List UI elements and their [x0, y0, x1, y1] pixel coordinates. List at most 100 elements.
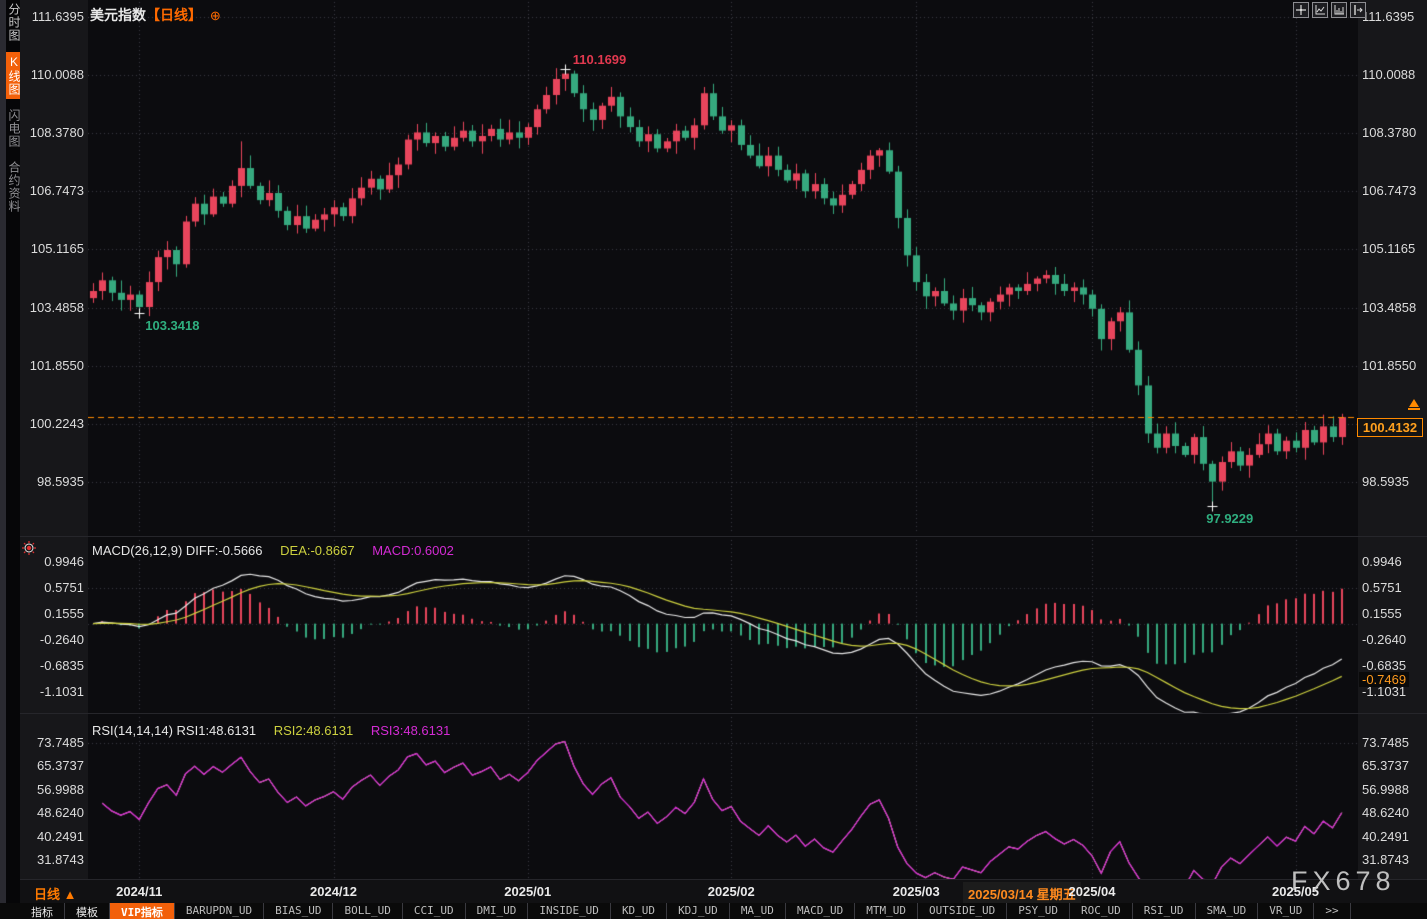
- toolbar-tab-MTM_UD[interactable]: MTM_UD: [855, 903, 918, 919]
- fx678-watermark: FX678: [1291, 866, 1396, 897]
- y-axis-tick: 0.1555: [1362, 606, 1402, 621]
- rsi1-value: RSI(14,14,14) RSI1:48.6131: [92, 723, 256, 738]
- bar-chart-tool-icon[interactable]: [1331, 2, 1347, 18]
- y-axis-tick: 0.9946: [20, 554, 84, 569]
- chart-toolbar-top-right: [1293, 2, 1366, 18]
- macd-diff-value: MACD(26,12,9) DIFF:-0.5666: [92, 543, 263, 558]
- toolbar-tab-MA_UD[interactable]: MA_UD: [730, 903, 786, 919]
- y-axis-tick: 48.6240: [1362, 805, 1409, 820]
- y-axis-tick: 103.4858: [20, 300, 84, 315]
- move-panel-tool-icon[interactable]: [1350, 2, 1366, 18]
- toolbar-tab-DMI_UD[interactable]: DMI_UD: [466, 903, 529, 919]
- chart-title: 美元指数【日线】 ⊕: [90, 5, 221, 25]
- y-axis-tick: 0.5751: [20, 580, 84, 595]
- y-axis-tick: 105.1165: [20, 241, 84, 256]
- toolbar-tab-KDJ_UD[interactable]: KDJ_UD: [667, 903, 730, 919]
- toolbar-tab-ROC_UD[interactable]: ROC_UD: [1070, 903, 1133, 919]
- x-axis-month-label: 2024/11: [116, 884, 162, 899]
- macd-dea-value: DEA:-0.8667: [280, 543, 354, 558]
- y-axis-tick: 103.4858: [1362, 300, 1416, 315]
- toolbar-tab-BIAS_UD[interactable]: BIAS_UD: [264, 903, 333, 919]
- y-axis-tick: 106.7473: [20, 183, 84, 198]
- toolbar-tab-指标[interactable]: 指标: [20, 903, 65, 919]
- macd-header: MACD(26,12,9) DIFF:-0.5666 DEA:-0.8667 M…: [92, 543, 454, 558]
- sidebar-tab-闪电图[interactable]: 闪电图: [6, 106, 20, 151]
- toolbar-tab-BARUPDN_UD[interactable]: BARUPDN_UD: [175, 903, 264, 919]
- y-axis-tick: -0.2640: [1362, 632, 1406, 647]
- y-axis-tick: 65.3737: [1362, 758, 1409, 773]
- y-axis-tick: 0.1555: [20, 606, 84, 621]
- panel-divider[interactable]: [20, 713, 1427, 714]
- price-extreme-annotation: 103.3418: [145, 318, 199, 333]
- chart-type-sidebar: 分时图 K线图闪电图合约资料: [0, 0, 20, 919]
- toolbar-tab-SMA_UD[interactable]: SMA_UD: [1196, 903, 1259, 919]
- x-axis-month-label: 2025/04: [1069, 884, 1116, 899]
- toolbar-tab-PSY_UD[interactable]: PSY_UD: [1007, 903, 1070, 919]
- date-axis: 日线 ▲ 2025/03/14 星期五 2024/11 2024/12 2025/0…: [20, 880, 1427, 903]
- period-tag: 【日线】: [146, 7, 202, 23]
- y-axis-tick: -0.2640: [20, 632, 84, 647]
- toolbar-tab-VIP指标[interactable]: VIP指标: [110, 903, 175, 919]
- y-axis-tick: 73.7485: [1362, 735, 1409, 750]
- y-axis-tick: 105.1165: [1362, 241, 1415, 256]
- line-chart-tool-icon[interactable]: [1312, 2, 1328, 18]
- panel-divider[interactable]: [20, 536, 1427, 537]
- x-axis-month-label: 2025/01: [504, 884, 551, 899]
- x-axis-month-label: 2025/02: [708, 884, 755, 899]
- y-axis-tick: 40.2491: [20, 829, 84, 844]
- indicator-settings-icon[interactable]: [21, 540, 37, 556]
- current-price-label: 100.4132: [1357, 418, 1423, 437]
- toolbar-tab-VR_UD[interactable]: VR_UD: [1258, 903, 1314, 919]
- y-axis-tick: 31.8743: [20, 852, 84, 867]
- macd-chart-canvas[interactable]: [88, 538, 1358, 714]
- y-axis-tick: 56.9988: [1362, 782, 1409, 797]
- y-axis-tick: 98.5935: [20, 474, 84, 489]
- toolbar-tab-CCI_UD[interactable]: CCI_UD: [403, 903, 466, 919]
- crosshair-date-label: 2025/03/14 星期五: [963, 882, 1081, 905]
- macd-hist-value: MACD:0.6002: [372, 543, 454, 558]
- y-axis-tick: 101.8550: [1362, 358, 1416, 373]
- toolbar-tab-RSI_UD[interactable]: RSI_UD: [1133, 903, 1196, 919]
- y-axis-tick: 108.3780: [1362, 125, 1416, 140]
- rsi-chart-canvas[interactable]: [88, 715, 1358, 880]
- sidebar-tab-合约资料[interactable]: 合约资料: [6, 158, 20, 216]
- toolbar-tab-模板[interactable]: 模板: [65, 903, 110, 919]
- period-selector[interactable]: 日线 ▲: [34, 884, 76, 903]
- y-axis-tick: 101.8550: [20, 358, 84, 373]
- toolbar-tab->>[interactable]: >>: [1314, 903, 1350, 919]
- price-extreme-annotation: 110.1699: [573, 52, 627, 67]
- price-extreme-annotation: 97.9229: [1206, 511, 1253, 526]
- y-axis-tick: 111.6395: [1362, 9, 1414, 24]
- toolbar-tab-BOLL_UD[interactable]: BOLL_UD: [333, 903, 402, 919]
- y-axis-tick: 56.9988: [20, 782, 84, 797]
- rsi2-value: RSI2:48.6131: [274, 723, 354, 738]
- y-axis-tick: 0.5751: [1362, 580, 1402, 595]
- x-axis-month-label: 2024/12: [310, 884, 357, 899]
- y-axis-tick: 0.9946: [1362, 554, 1402, 569]
- y-axis-tick: 31.8743: [1362, 852, 1409, 867]
- toolbar-tab-INSIDE_UD[interactable]: INSIDE_UD: [528, 903, 611, 919]
- y-axis-tick: 111.6395: [20, 9, 84, 24]
- y-axis-tick: 73.7485: [20, 735, 84, 750]
- rsi-header: RSI(14,14,14) RSI1:48.6131 RSI2:48.6131 …: [92, 723, 450, 738]
- y-axis-tick: 110.0088: [20, 67, 84, 82]
- rsi3-value: RSI3:48.6131: [371, 723, 451, 738]
- symbol-name: 美元指数: [90, 7, 146, 23]
- y-axis-tick: 48.6240: [20, 805, 84, 820]
- toolbar-tab-KD_UD[interactable]: KD_UD: [611, 903, 667, 919]
- trading-app-window: 分时图 K线图闪电图合约资料 美元指数【日线】 ⊕: [0, 0, 1427, 919]
- sidebar-tab-K线图[interactable]: K线图: [6, 52, 20, 99]
- toolbar-tab-OUTSIDE_UD[interactable]: OUTSIDE_UD: [918, 903, 1007, 919]
- y-axis-tick: 100.2243: [20, 416, 84, 431]
- indicator-toolbar: 指标模板VIP指标BARUPDN_UDBIAS_UDBOLL_UDCCI_UDD…: [0, 903, 1427, 919]
- price-up-arrow-icon: [1407, 399, 1421, 413]
- add-indicator-icon[interactable]: ⊕: [210, 8, 221, 23]
- y-axis-tick: 65.3737: [20, 758, 84, 773]
- sidebar-tab-分时图[interactable]: 分时图: [6, 0, 20, 45]
- crosshair-tool-icon[interactable]: [1293, 2, 1309, 18]
- y-axis-tick: 108.3780: [20, 125, 84, 140]
- y-axis-tick: 110.0088: [1362, 67, 1415, 82]
- price-chart-canvas[interactable]: [88, 0, 1358, 536]
- y-axis-tick: 40.2491: [1362, 829, 1409, 844]
- toolbar-tab-MACD_UD[interactable]: MACD_UD: [786, 903, 855, 919]
